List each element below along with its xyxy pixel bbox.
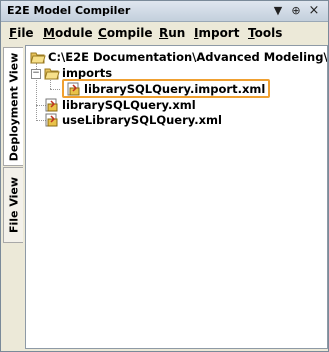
menu-compile[interactable]: Compile <box>98 26 153 40</box>
tab-file-view-label: File View <box>7 176 20 234</box>
tree-item-imports[interactable]: imports <box>44 66 144 80</box>
menu-tools[interactable]: Tools <box>248 26 282 40</box>
file-tree: C:\E2E Documentation\Advanced Modeling\E… <box>25 45 328 349</box>
menu-bar: File Module Compile Run Import Tools <box>1 22 328 44</box>
menu-module[interactable]: Module <box>43 26 93 40</box>
xml-file-icon <box>67 82 80 96</box>
title-bar: E2E Model Compiler ▼ ⊕ × <box>1 1 328 22</box>
tree-item-file1[interactable]: librarySQLQuery.xml <box>44 98 244 112</box>
pin-icon[interactable]: ⊕ <box>289 4 303 18</box>
menu-import[interactable]: Import <box>194 26 239 40</box>
tree-item-file2[interactable]: useLibrarySQLQuery.xml <box>44 113 244 127</box>
tree-root-label: C:\E2E Documentation\Advanced Modeling\E… <box>48 50 328 64</box>
compiler-window: E2E Model Compiler ▼ ⊕ × File Module Com… <box>0 0 329 352</box>
tree-guide-line <box>50 80 51 89</box>
side-tab-strip: Deployment View File View <box>1 45 25 350</box>
dropdown-icon[interactable]: ▼ <box>271 4 285 18</box>
tree-item-root[interactable]: C:\E2E Documentation\Advanced Modeling\E… <box>30 50 328 64</box>
folder-open-icon <box>44 68 60 80</box>
xml-file-icon <box>45 98 58 112</box>
tree-import-file-label: librarySQLQuery.import.xml <box>84 82 266 96</box>
xml-file-icon <box>45 113 58 127</box>
tree-imports-label: imports <box>62 66 113 80</box>
tree-guide-line <box>50 89 60 90</box>
tab-deployment-view-label: Deployment View <box>7 52 20 161</box>
tab-deployment-view[interactable]: Deployment View <box>3 47 23 166</box>
tree-file1-label: librarySQLQuery.xml <box>62 98 196 112</box>
window-title: E2E Model Compiler <box>7 4 131 17</box>
tree-file2-label: useLibrarySQLQuery.xml <box>62 113 222 127</box>
menu-run[interactable]: Run <box>159 26 185 40</box>
folder-open-icon <box>30 52 46 64</box>
close-icon[interactable]: × <box>307 4 321 18</box>
tab-file-view[interactable]: File View <box>3 167 23 243</box>
collapse-toggle[interactable]: − <box>31 69 41 79</box>
tree-item-import-file[interactable]: librarySQLQuery.import.xml <box>66 82 266 96</box>
menu-file[interactable]: File <box>9 26 34 40</box>
